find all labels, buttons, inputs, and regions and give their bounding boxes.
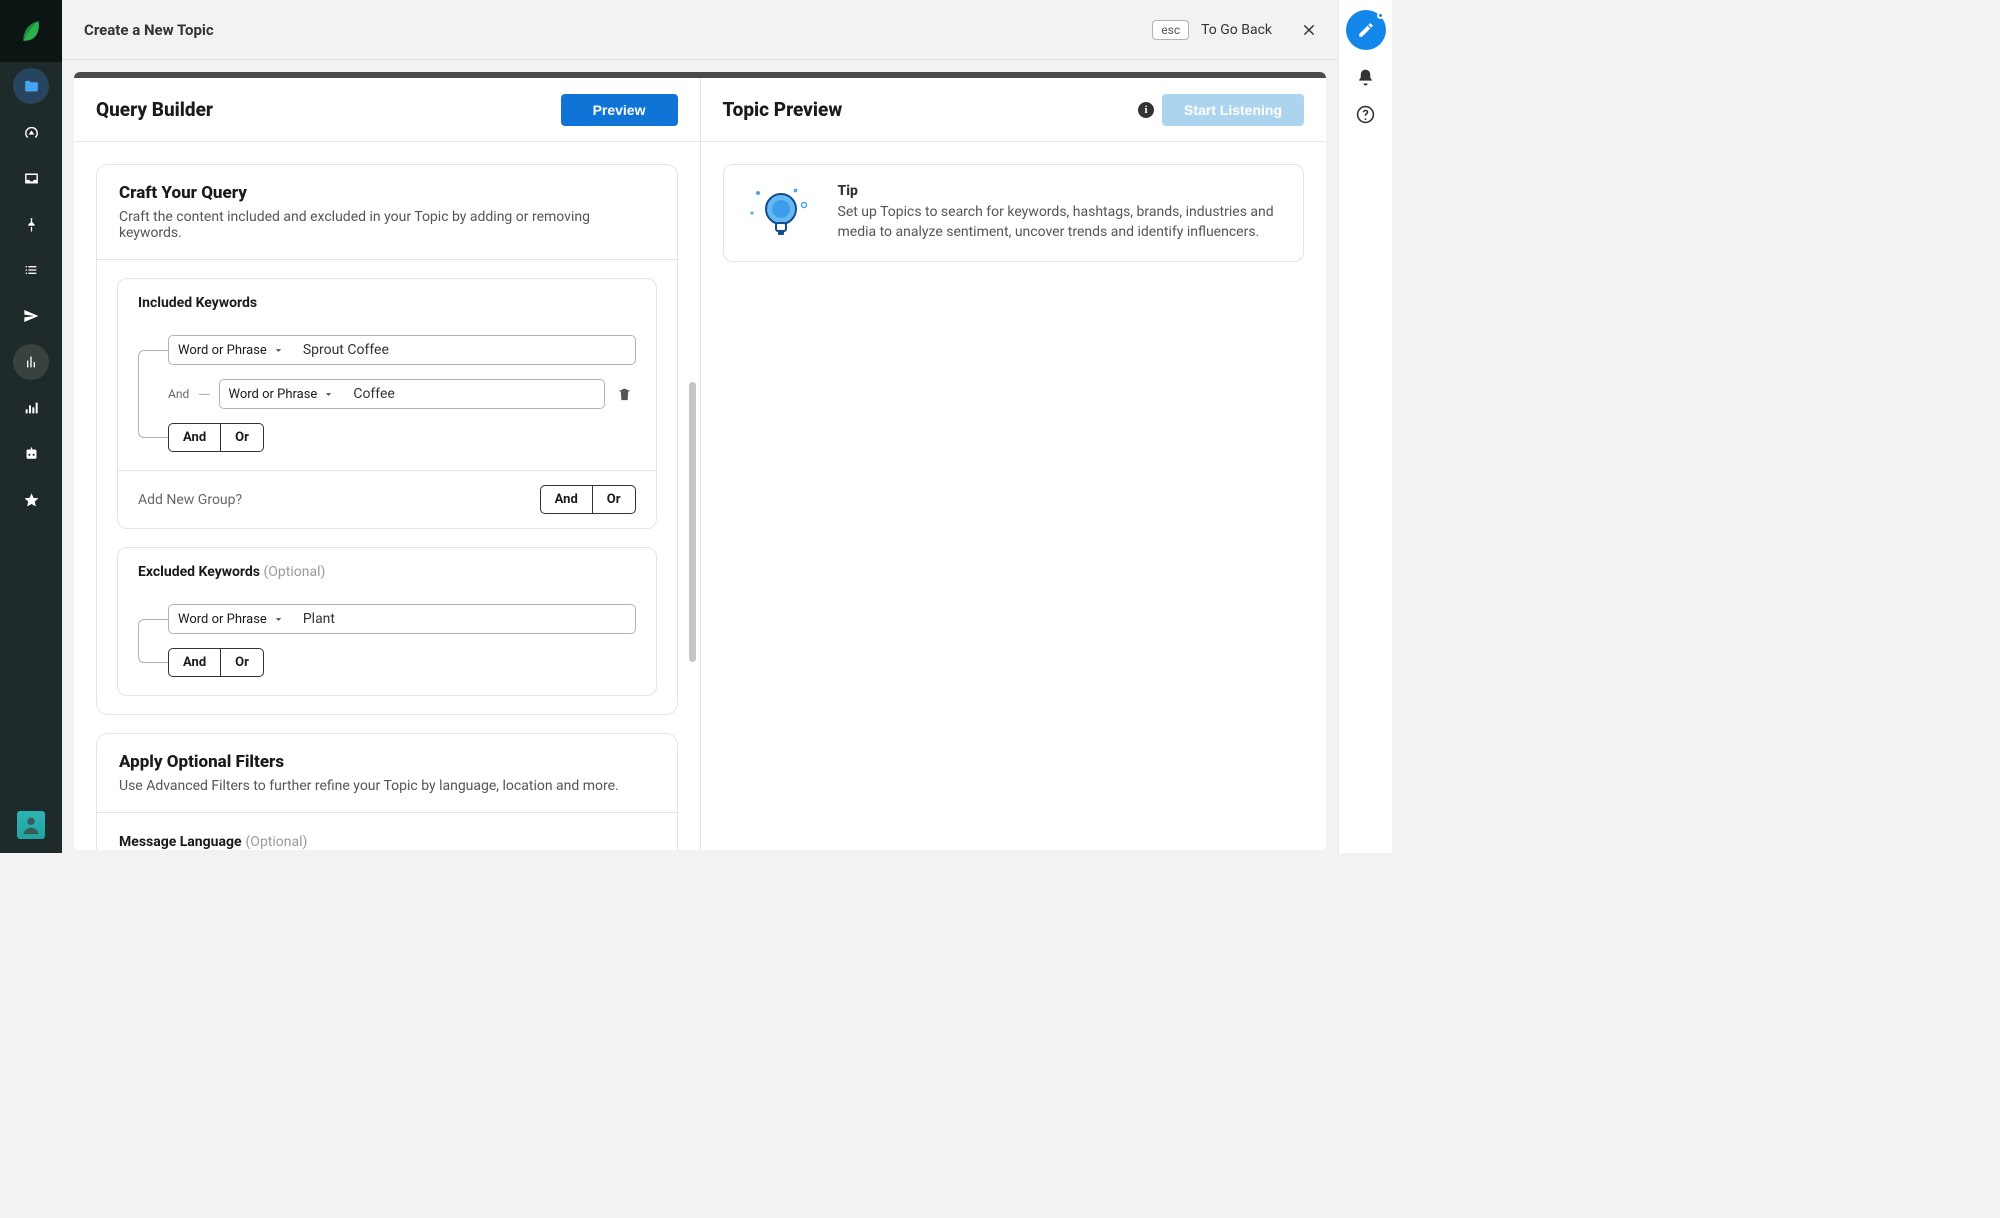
app-logo[interactable] (0, 0, 62, 62)
bell-icon (1356, 68, 1375, 87)
query-builder-panel: Query Builder Preview Craft Your Query C… (74, 78, 701, 850)
nav-item-star[interactable] (13, 482, 49, 518)
and-or-toggle[interactable]: And Or (168, 648, 264, 677)
inbox-icon (23, 170, 40, 187)
and-option[interactable]: And (169, 424, 220, 451)
chevron-down-icon (273, 614, 284, 625)
and-or-toggle[interactable]: And Or (168, 423, 264, 452)
language-heading: Message Language (119, 834, 242, 850)
esc-key-hint: esc (1152, 20, 1189, 40)
included-heading: Included Keywords (118, 279, 656, 327)
keyword-input[interactable]: Sprout Coffee (293, 335, 636, 365)
nav-item-pin[interactable] (13, 206, 49, 242)
or-option[interactable]: Or (220, 649, 263, 676)
notifications-button[interactable] (1356, 68, 1375, 87)
language-optional: (Optional) (246, 834, 308, 850)
help-icon (1356, 105, 1375, 124)
nav-item-dashboard[interactable] (13, 114, 49, 150)
nav-item-listening[interactable] (13, 344, 49, 380)
filters-title: Apply Optional Filters (119, 752, 655, 772)
help-button[interactable] (1356, 105, 1375, 124)
keyword-type-select[interactable]: Word or Phrase (219, 379, 344, 409)
nav-item-send[interactable] (13, 298, 49, 334)
join-label: And (168, 387, 190, 401)
nav-item-reports[interactable] (13, 390, 49, 426)
close-icon (1302, 23, 1316, 37)
tip-card: Tip Set up Topics to search for keywords… (723, 164, 1305, 262)
nav-item-inbox[interactable] (13, 160, 49, 196)
nav-item-list[interactable] (13, 252, 49, 288)
keyword-input[interactable]: Plant (293, 604, 636, 634)
top-bar: Create a New Topic esc To Go Back (62, 0, 1338, 60)
lightbulb-illustration (746, 183, 816, 243)
info-icon[interactable]: i (1138, 102, 1154, 118)
and-option[interactable]: And (169, 649, 220, 676)
preview-button[interactable]: Preview (561, 94, 678, 126)
keyword-input[interactable]: Coffee (343, 379, 604, 409)
start-listening-button[interactable]: Start Listening (1162, 94, 1304, 126)
or-option[interactable]: Or (220, 424, 263, 451)
chevron-down-icon (273, 345, 284, 356)
left-sidebar (0, 0, 62, 853)
excluded-heading: Excluded Keywords (138, 564, 260, 580)
optional-label: (Optional) (264, 564, 326, 580)
group-and-option[interactable]: And (541, 486, 592, 513)
pin-icon (24, 217, 39, 232)
paper-plane-icon (23, 308, 39, 324)
nav-item-bot[interactable] (13, 436, 49, 472)
close-button[interactable] (1302, 23, 1316, 37)
topic-preview-title: Topic Preview (723, 98, 843, 121)
craft-query-card: Craft Your Query Craft the content inclu… (96, 164, 678, 715)
query-builder-title: Query Builder (96, 98, 213, 121)
scrollbar-thumb[interactable] (689, 382, 696, 662)
topic-preview-panel: Topic Preview i Start Listening (701, 78, 1327, 850)
keyword-type-select[interactable]: Word or Phrase (168, 604, 293, 634)
person-icon (20, 814, 42, 836)
group-or-option[interactable]: Or (592, 486, 635, 513)
keyword-type-select[interactable]: Word or Phrase (168, 335, 293, 365)
compose-button[interactable] (1346, 10, 1386, 50)
right-rail (1338, 0, 1392, 853)
list-icon (23, 262, 39, 278)
filters-subtitle: Use Advanced Filters to further refine y… (119, 778, 655, 794)
robot-icon (23, 446, 40, 463)
optional-filters-card: Apply Optional Filters Use Advanced Filt… (96, 733, 678, 850)
user-avatar[interactable] (17, 811, 45, 839)
group-and-or-toggle[interactable]: And Or (540, 485, 636, 514)
gauge-icon (23, 124, 40, 141)
leaf-icon (18, 18, 44, 44)
star-icon (23, 492, 40, 509)
nav-item-folder[interactable] (13, 68, 49, 104)
equalizer-icon (23, 354, 39, 370)
included-keywords-section: Included Keywords Word or Phrase (117, 278, 657, 529)
craft-title: Craft Your Query (119, 183, 655, 203)
chevron-down-icon (323, 389, 334, 400)
folder-icon (23, 78, 40, 95)
tip-body: Set up Topics to search for keywords, ha… (838, 203, 1282, 242)
go-back-label: To Go Back (1201, 22, 1272, 38)
delete-keyword-button[interactable] (613, 387, 636, 402)
trash-icon (617, 387, 632, 402)
page-title: Create a New Topic (84, 21, 214, 39)
craft-subtitle: Craft the content included and excluded … (119, 209, 655, 241)
bar-chart-icon (23, 400, 39, 416)
excluded-keywords-section: Excluded Keywords (Optional) (117, 547, 657, 696)
add-new-group-label: Add New Group? (138, 492, 242, 508)
tip-title: Tip (838, 183, 1282, 199)
compose-icon (1357, 21, 1375, 39)
